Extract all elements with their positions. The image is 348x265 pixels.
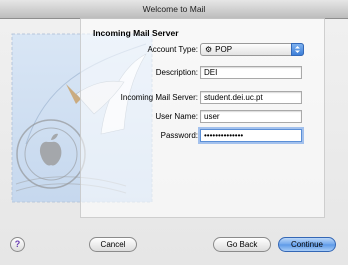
continue-button[interactable]: Continue [278, 237, 336, 252]
server-label: Incoming Mail Server: [120, 93, 198, 102]
popup-arrows-icon [291, 43, 304, 56]
password-field[interactable]: •••••••••••••• [200, 129, 302, 142]
section-title: Incoming Mail Server [93, 28, 179, 38]
description-field[interactable]: DEI [200, 66, 302, 79]
mail-setup-window: Welcome to Mail Incoming Mail Server Acc… [0, 0, 348, 265]
account-type-label: Account Type: [147, 45, 198, 54]
account-type-value: POP [215, 45, 233, 54]
account-type-popup[interactable]: ⚙ POP [200, 43, 304, 56]
go-back-button[interactable]: Go Back [213, 237, 271, 252]
description-label: Description: [155, 68, 198, 77]
window-title: Welcome to Mail [0, 0, 348, 19]
cancel-button[interactable]: Cancel [89, 237, 137, 252]
password-label: Password: [160, 131, 198, 140]
incoming-server-field[interactable]: student.dei.uc.pt [200, 91, 302, 104]
gear-icon: ⚙ [205, 45, 213, 54]
username-label: User Name: [155, 112, 198, 121]
help-button[interactable]: ? [10, 237, 25, 252]
username-field[interactable]: user [200, 110, 302, 123]
